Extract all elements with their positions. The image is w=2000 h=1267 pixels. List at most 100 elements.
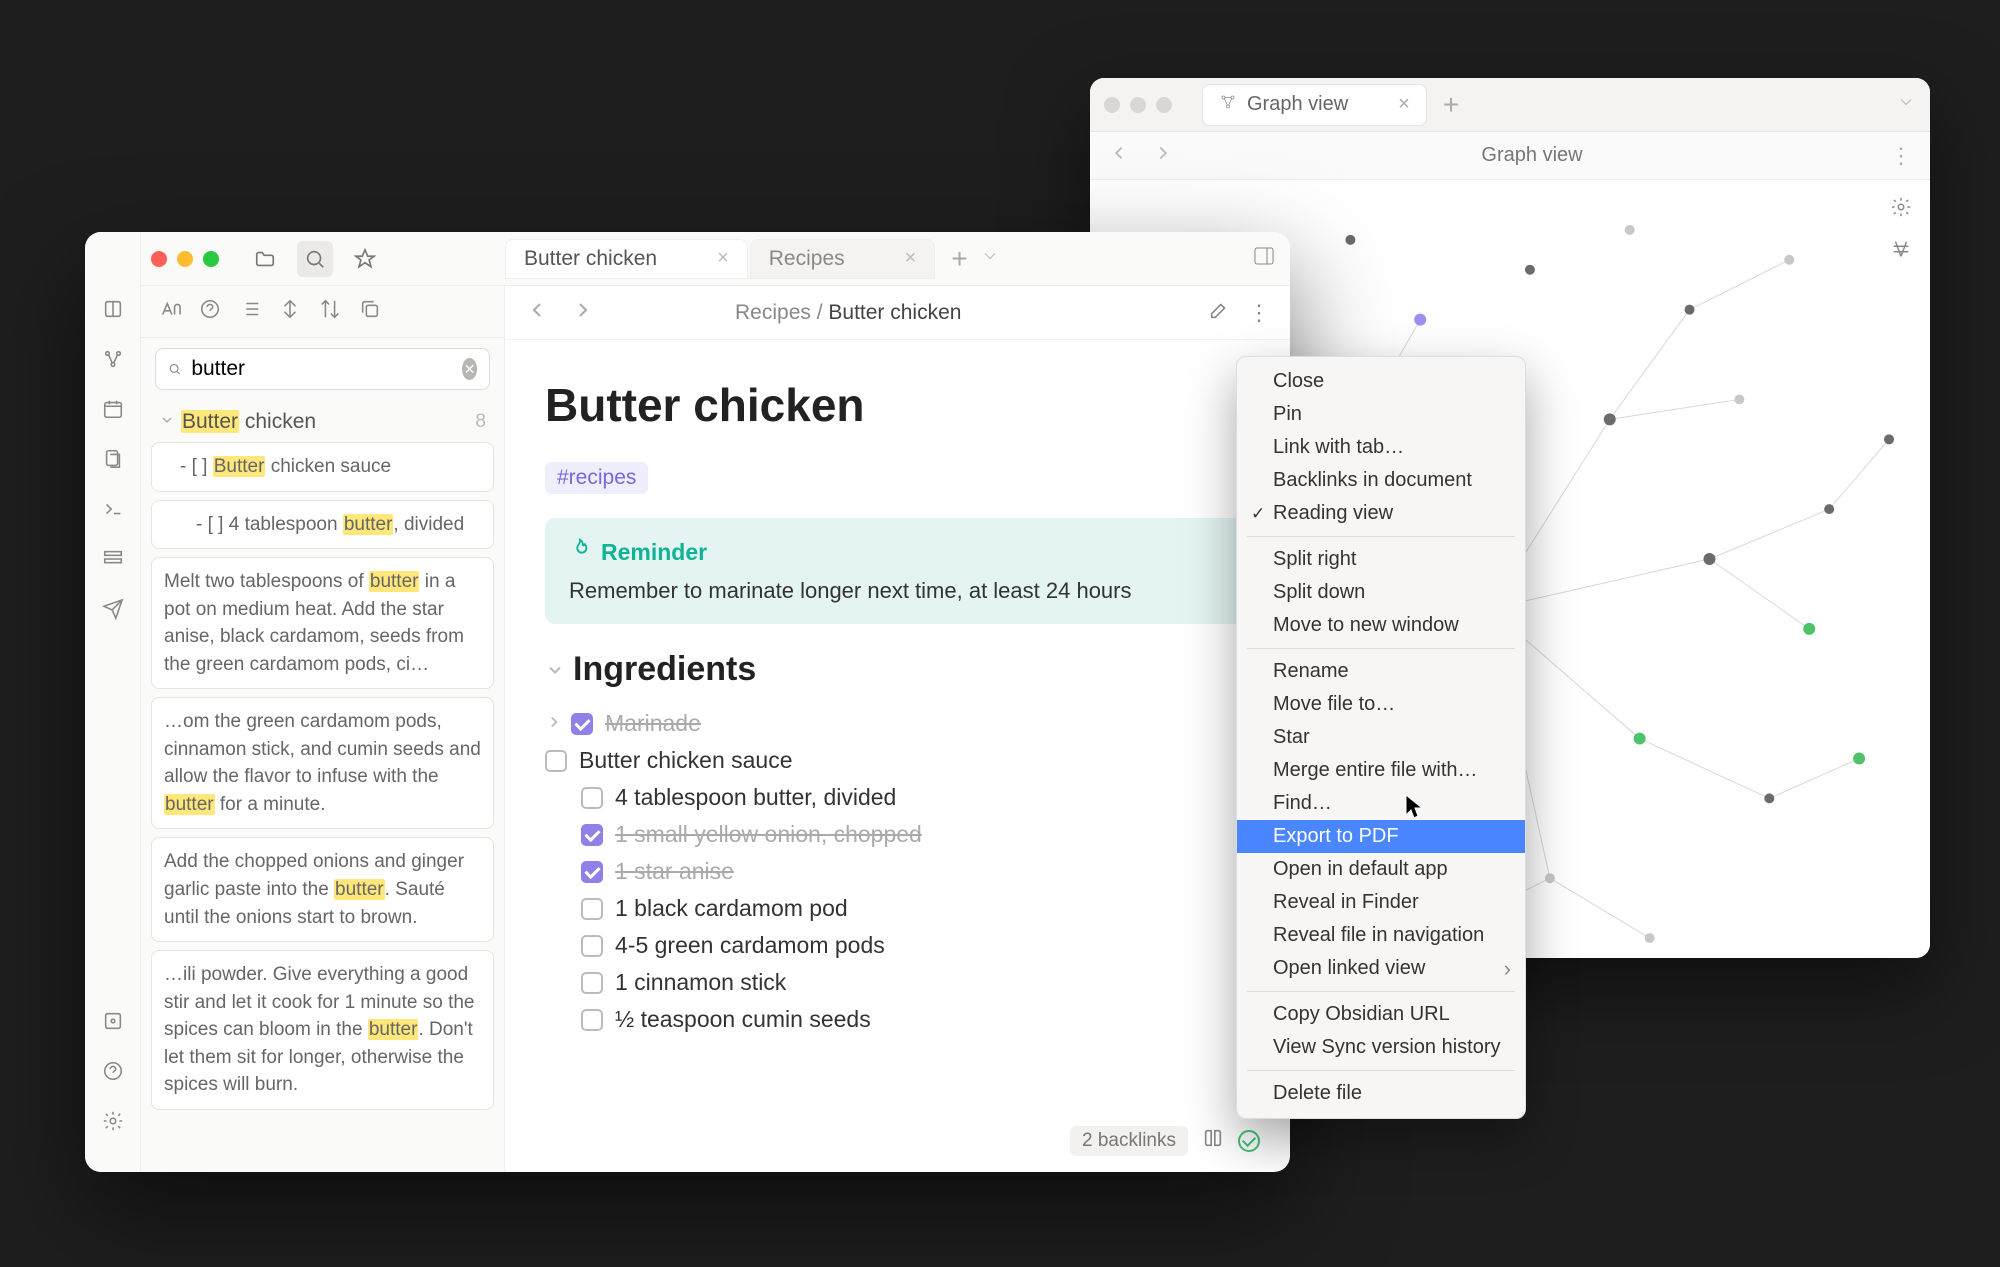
- list-item[interactable]: 1 black cardamom pod: [545, 890, 1250, 927]
- settings-icon[interactable]: [1886, 192, 1916, 222]
- search-icon[interactable]: [297, 241, 333, 277]
- menu-star[interactable]: Star: [1237, 721, 1525, 754]
- menu-reveal-in-navigation[interactable]: Reveal file in navigation: [1237, 919, 1525, 952]
- search-results[interactable]: - [ ] Butter chicken sauce - [ ] 4 table…: [141, 442, 504, 1172]
- graph-nav: [1108, 142, 1174, 170]
- list-item[interactable]: 1 star anise: [545, 853, 1250, 890]
- list-item[interactable]: ½ teaspoon cumin seeds: [545, 1001, 1250, 1038]
- menu-split-down[interactable]: Split down: [1237, 576, 1525, 609]
- filter-icon[interactable]: [1886, 234, 1916, 264]
- star-icon[interactable]: [347, 241, 383, 277]
- checkbox[interactable]: [581, 1009, 603, 1031]
- menu-close[interactable]: Close: [1237, 365, 1525, 398]
- menu-open-linked-view[interactable]: Open linked view: [1237, 952, 1525, 985]
- back-icon[interactable]: [1108, 142, 1130, 170]
- graph-traffic-dot[interactable]: [1130, 97, 1146, 113]
- files-icon[interactable]: [100, 446, 126, 472]
- search-toolbar: [141, 286, 504, 338]
- forward-icon[interactable]: [1152, 142, 1174, 170]
- list-item[interactable]: 4 tablespoon butter, divided: [545, 779, 1250, 816]
- item-text: 1 small yellow onion, chopped: [615, 821, 922, 848]
- help-icon[interactable]: [100, 1058, 126, 1084]
- maximize-window-button[interactable]: [203, 251, 219, 267]
- reading-view-icon[interactable]: [1202, 1127, 1224, 1155]
- menu-open-default-app[interactable]: Open in default app: [1237, 853, 1525, 886]
- graph-view-icon[interactable]: [100, 346, 126, 372]
- graph-tab[interactable]: Graph view ×: [1202, 84, 1427, 126]
- list-item[interactable]: Butter chicken sauce: [545, 742, 1250, 779]
- quick-switcher-icon[interactable]: [100, 296, 126, 322]
- menu-reveal-in-finder[interactable]: Reveal in Finder: [1237, 886, 1525, 919]
- search-input[interactable]: [191, 357, 462, 381]
- menu-merge-entire-file[interactable]: Merge entire file with…: [1237, 754, 1525, 787]
- search-result-item[interactable]: - [ ] Butter chicken sauce: [151, 442, 494, 492]
- checkbox[interactable]: [581, 861, 603, 883]
- checkbox[interactable]: [545, 750, 567, 772]
- sync-status-icon[interactable]: [1238, 1130, 1260, 1152]
- new-tab-button[interactable]: +: [1443, 89, 1459, 121]
- checkbox[interactable]: [581, 898, 603, 920]
- menu-export-to-pdf[interactable]: Export to PDF: [1237, 820, 1525, 853]
- checkbox[interactable]: [581, 972, 603, 994]
- more-icon[interactable]: ⋮: [1890, 143, 1912, 169]
- document[interactable]: Butter chicken #recipes Reminder Remembe…: [505, 340, 1290, 1172]
- collapse-icon[interactable]: [279, 298, 301, 326]
- calendar-icon[interactable]: [100, 396, 126, 422]
- back-icon[interactable]: [525, 298, 549, 328]
- list-item[interactable]: 4-5 green cardamom pods: [545, 927, 1250, 964]
- checkbox[interactable]: [571, 713, 593, 735]
- checkbox[interactable]: [581, 787, 603, 809]
- menu-backlinks-in-document[interactable]: Backlinks in document: [1237, 464, 1525, 497]
- menu-move-to-new-window[interactable]: Move to new window: [1237, 609, 1525, 642]
- minimize-window-button[interactable]: [177, 251, 193, 267]
- result-count: 8: [475, 411, 486, 433]
- list-item[interactable]: 1 small yellow onion, chopped: [545, 816, 1250, 853]
- menu-move-file-to[interactable]: Move file to…: [1237, 688, 1525, 721]
- backlinks-button[interactable]: 2 backlinks: [1070, 1126, 1188, 1156]
- regex-icon[interactable]: [199, 298, 221, 326]
- search-result-item[interactable]: …ili powder. Give everything a good stir…: [151, 950, 494, 1110]
- copy-icon[interactable]: [359, 298, 381, 326]
- menu-find[interactable]: Find…: [1237, 787, 1525, 820]
- breadcrumb[interactable]: Recipes / Butter chicken: [735, 301, 961, 325]
- chevron-down-icon[interactable]: [545, 650, 565, 689]
- chevron-right-icon[interactable]: [545, 710, 563, 737]
- publish-icon[interactable]: [100, 596, 126, 622]
- search-result-item[interactable]: Melt two tablespoons of butter in a pot …: [151, 557, 494, 689]
- list-icon[interactable]: [239, 298, 261, 326]
- close-window-button[interactable]: [151, 251, 167, 267]
- text-case-icon[interactable]: [159, 298, 181, 326]
- more-icon[interactable]: ⋮: [1248, 300, 1270, 326]
- menu-rename[interactable]: Rename: [1237, 655, 1525, 688]
- sort-icon[interactable]: [319, 298, 341, 326]
- templates-icon[interactable]: [100, 546, 126, 572]
- graph-traffic-dot[interactable]: [1104, 97, 1120, 113]
- tab-dropdown-icon[interactable]: [1896, 92, 1916, 118]
- command-palette-icon[interactable]: [100, 496, 126, 522]
- tag-recipes[interactable]: #recipes: [545, 462, 648, 494]
- list-item[interactable]: 1 cinnamon stick: [545, 964, 1250, 1001]
- list-item[interactable]: Marinade: [545, 705, 1250, 742]
- folder-icon[interactable]: [247, 241, 283, 277]
- menu-link-with-tab[interactable]: Link with tab…: [1237, 431, 1525, 464]
- menu-reading-view[interactable]: Reading view: [1237, 497, 1525, 530]
- settings-icon[interactable]: [100, 1108, 126, 1134]
- menu-view-sync-history[interactable]: View Sync version history: [1237, 1031, 1525, 1064]
- menu-pin[interactable]: Pin: [1237, 398, 1525, 431]
- clear-search-icon[interactable]: ✕: [462, 358, 477, 380]
- heading-ingredients[interactable]: Ingredients: [545, 650, 1250, 689]
- close-icon[interactable]: ×: [1398, 93, 1410, 116]
- graph-traffic-dot[interactable]: [1156, 97, 1172, 113]
- edit-icon[interactable]: [1208, 299, 1230, 327]
- vault-icon[interactable]: [100, 1008, 126, 1034]
- menu-split-right[interactable]: Split right: [1237, 543, 1525, 576]
- menu-delete-file[interactable]: Delete file: [1237, 1077, 1525, 1110]
- forward-icon[interactable]: [571, 298, 595, 328]
- search-result-item[interactable]: …om the green cardamom pods, cinnamon st…: [151, 697, 494, 829]
- checkbox[interactable]: [581, 824, 603, 846]
- search-result-item[interactable]: - [ ] 4 tablespoon butter, divided: [151, 500, 494, 550]
- search-result-item[interactable]: Add the chopped onions and ginger garlic…: [151, 837, 494, 942]
- menu-copy-obsidian-url[interactable]: Copy Obsidian URL: [1237, 998, 1525, 1031]
- checkbox[interactable]: [581, 935, 603, 957]
- search-result-header[interactable]: Butter chicken 8: [141, 400, 504, 442]
